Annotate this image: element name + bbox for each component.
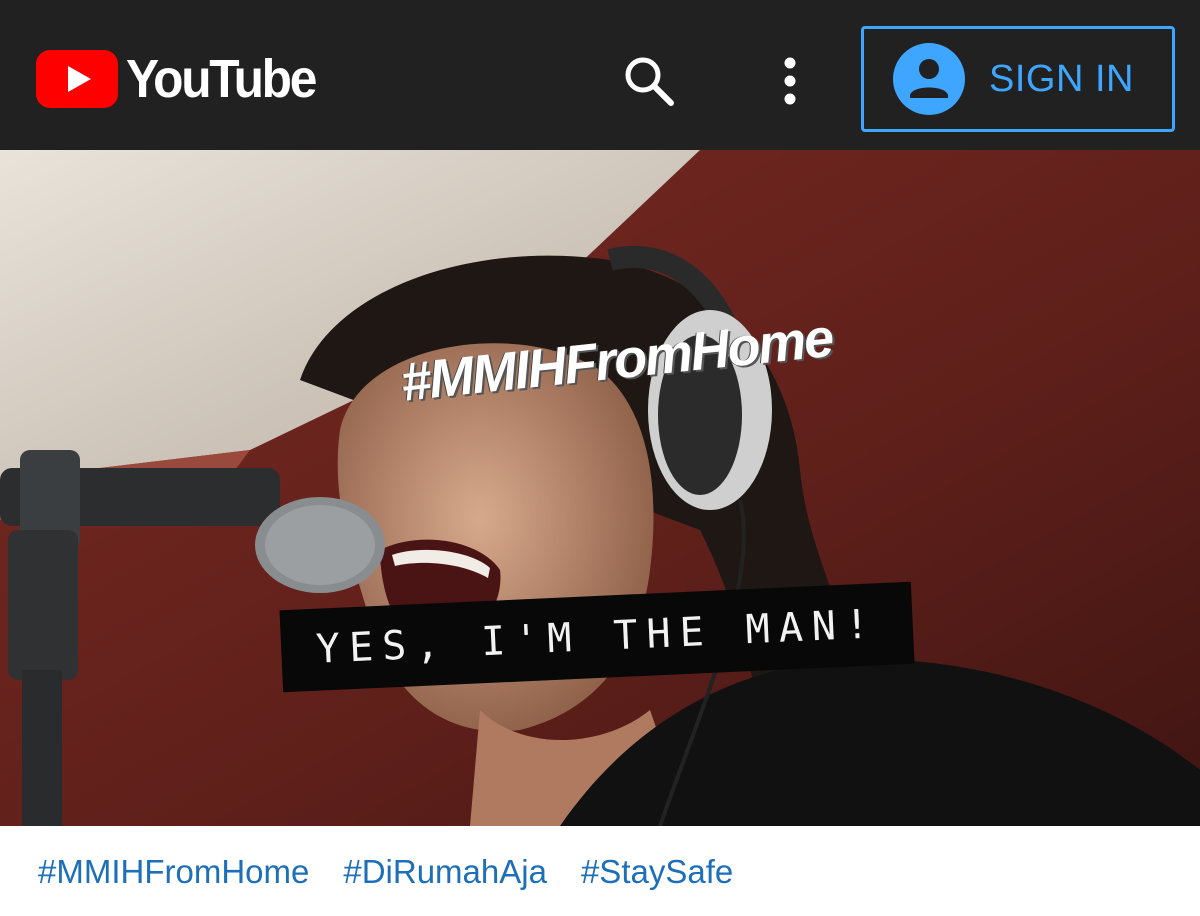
top-app-bar: YouTube SIGN IN xyxy=(0,0,1200,150)
youtube-logo[interactable]: YouTube xyxy=(36,50,331,108)
video-frame-image xyxy=(0,150,1200,826)
sign-in-button[interactable]: SIGN IN xyxy=(861,26,1175,132)
hashtag-link[interactable]: #MMIHFromHome xyxy=(38,855,309,888)
account-circle-icon xyxy=(893,43,965,115)
video-caption-text: YES, I'M THE MAN! xyxy=(315,601,879,673)
more-options-button[interactable] xyxy=(755,46,825,116)
youtube-wordmark: YouTube xyxy=(126,49,317,109)
hashtag-link[interactable]: #DiRumahAja xyxy=(343,855,547,888)
more-vert-icon xyxy=(784,57,796,105)
sign-in-label: SIGN IN xyxy=(989,57,1134,100)
search-icon xyxy=(625,57,674,106)
hashtag-bar: #MMIHFromHome #DiRumahAja #StaySafe xyxy=(0,826,1200,916)
search-button[interactable] xyxy=(614,46,684,116)
hashtag-link[interactable]: #StaySafe xyxy=(581,855,733,888)
youtube-play-icon xyxy=(36,50,118,108)
video-thumbnail[interactable]: #MMIHFromHome YES, I'M THE MAN! xyxy=(0,150,1200,826)
